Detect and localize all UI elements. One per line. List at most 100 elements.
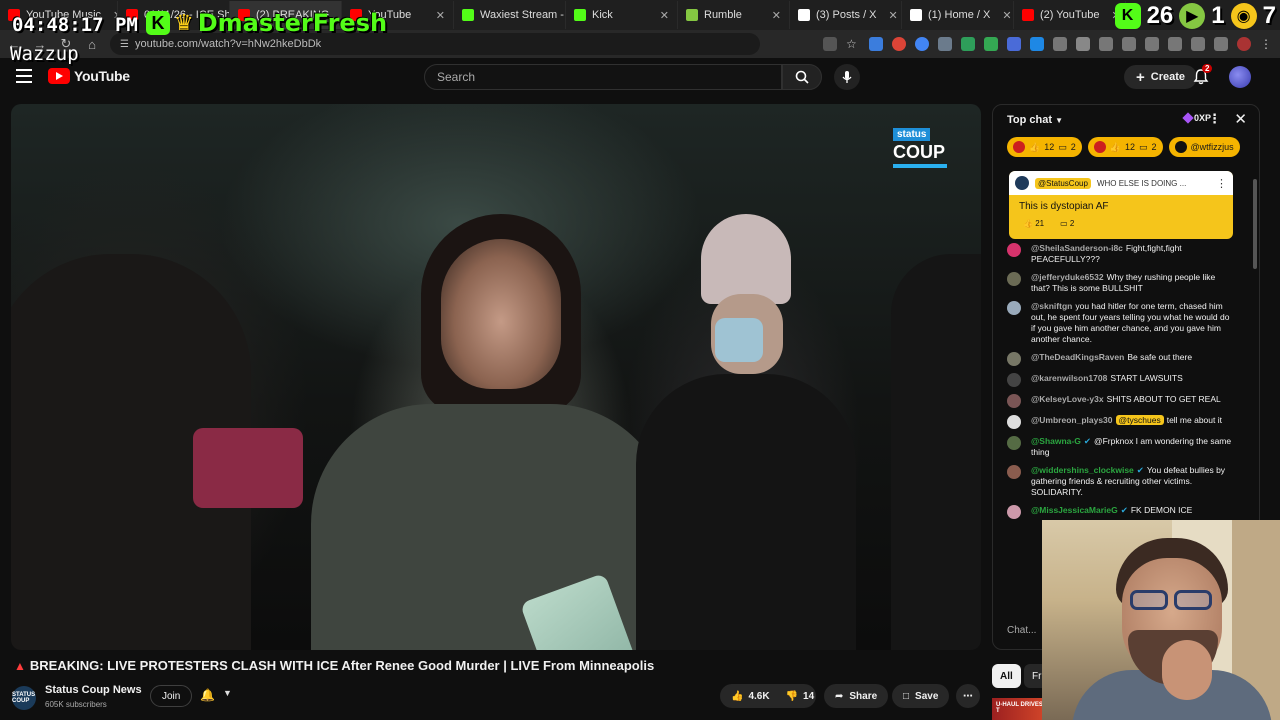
save-button[interactable]: □ Save: [892, 684, 950, 708]
extension-icon[interactable]: [1214, 37, 1228, 51]
stream-greeting: Wazzup: [10, 43, 79, 65]
code-icon[interactable]: [1145, 37, 1159, 51]
profile-icon[interactable]: [1237, 37, 1251, 51]
extension-icon[interactable]: [869, 37, 883, 51]
pinned-reply-button[interactable]: ▭ 2: [1060, 219, 1074, 228]
tab-favicon-icon: [686, 9, 698, 21]
voice-search-button[interactable]: [834, 64, 860, 90]
browser-tab[interactable]: Kick ✕: [566, 1, 678, 29]
ticker-item[interactable]: 👍 12 ▭ 2: [1007, 137, 1082, 157]
browser-menu-icon[interactable]: ⋮: [1260, 37, 1274, 51]
url-text: youtube.com/watch?v=hNw2hkeDbDk: [134, 38, 322, 50]
chat-message[interactable]: @TheDeadKingsRaven Be safe out there: [1007, 352, 1235, 366]
chat-author[interactable]: @karenwilson1708: [1031, 373, 1107, 383]
ticker-item[interactable]: 👍 12 ▭ 2: [1087, 137, 1163, 157]
chat-message[interactable]: @Shawna-G ✔ @Frpknox I am wondering the sa…: [1007, 436, 1235, 458]
extension-icon[interactable]: [938, 37, 952, 51]
chat-author[interactable]: @Shawna-G: [1031, 436, 1081, 446]
home-icon[interactable]: ⌂: [84, 37, 100, 52]
chat-author[interactable]: @TheDeadKingsRaven: [1031, 352, 1124, 362]
chat-message[interactable]: @karenwilson1708 START LAWSUITS: [1007, 373, 1235, 387]
install-icon[interactable]: [823, 37, 837, 51]
ticker-item[interactable]: @wtfizzjus: [1168, 137, 1240, 157]
browser-tab[interactable]: (2) YouTube✕: [1014, 1, 1126, 29]
browser-tab[interactable]: (3) Posts / X ✕: [790, 1, 902, 29]
extension-icon[interactable]: [961, 37, 975, 51]
pinned-menu-icon[interactable]: ⋮: [1216, 177, 1227, 190]
extension-icon[interactable]: [1030, 37, 1044, 51]
history-icon[interactable]: [1099, 37, 1113, 51]
chat-message[interactable]: @jefferyduke6532 Why they rushing people …: [1007, 272, 1235, 294]
chat-message[interactable]: @KelseyLove-y3x SHITS ABOUT TO GET REAL: [1007, 394, 1235, 408]
chat-author[interactable]: @SheilaSanderson-i8c: [1031, 243, 1123, 253]
tab-close-icon[interactable]: ✕: [766, 9, 781, 22]
puzzle-icon[interactable]: [1076, 37, 1090, 51]
browser-tab[interactable]: Rumble ✕: [678, 1, 790, 29]
chat-mention[interactable]: @tyschues: [1115, 415, 1164, 425]
channel-name[interactable]: Status Coup News: [45, 684, 142, 696]
extension-icon[interactable]: [1007, 37, 1021, 51]
chat-author[interactable]: @jefferyduke6532: [1031, 272, 1104, 282]
youtube-logo[interactable]: YouTube: [48, 68, 130, 84]
hamburger-menu-icon[interactable]: [16, 69, 32, 83]
tab-close-icon[interactable]: ✕: [996, 9, 1011, 22]
chat-message[interactable]: @Umbreon_plays30 @tyschues tell me about i…: [1007, 415, 1235, 429]
tab-close-icon[interactable]: ✕: [430, 9, 445, 22]
extension-icon[interactable]: [892, 37, 906, 51]
extension-icon[interactable]: [915, 37, 929, 51]
search-button[interactable]: [782, 64, 822, 90]
notifications-button[interactable]: 2: [1192, 64, 1213, 86]
tab-close-icon[interactable]: ✕: [654, 9, 669, 22]
tab-title: (3) Posts / X: [816, 9, 877, 21]
extension-icon[interactable]: [1122, 37, 1136, 51]
chat-author[interactable]: @KelseyLove-y3x: [1031, 394, 1104, 404]
chat-mode-selector[interactable]: Top chat ▼: [1007, 114, 1063, 126]
chat-message[interactable]: @skniftgn you had hitler for one term, ch…: [1007, 301, 1235, 345]
extension-icon[interactable]: [1053, 37, 1067, 51]
tab-close-icon[interactable]: ✕: [883, 9, 898, 22]
browser-tab[interactable]: Waxiest Stream - Ki✕: [454, 1, 566, 29]
create-button[interactable]: + Create: [1124, 65, 1198, 89]
video-title: BREAKING: LIVE PROTESTERS CLASH WITH ICE…: [29, 658, 655, 673]
save-label: Save: [915, 690, 939, 702]
close-chat-icon[interactable]: ✕: [1234, 110, 1247, 128]
pinned-avatar: [1015, 176, 1029, 190]
chat-message[interactable]: @SheilaSanderson-i8c Fight,fight,fight PE…: [1007, 243, 1235, 265]
dislike-button[interactable]: 👎 14: [786, 691, 815, 702]
chat-author[interactable]: @MissJessicaMarieG: [1031, 505, 1118, 515]
extension-icon[interactable]: [1168, 37, 1182, 51]
xp-badge[interactable]: 0XP: [1182, 112, 1211, 124]
super-chat-ticker: 👍 12 ▭ 2 👍 12 ▭ 2 @wtfizzjus: [1007, 137, 1259, 159]
chat-message[interactable]: @widdershins_clockwise ✔ You defeat bullie…: [1007, 465, 1235, 498]
search-input[interactable]: Search: [424, 64, 782, 90]
tab-title: Rumble: [704, 9, 742, 21]
bookmark-star-icon[interactable]: ☆: [846, 37, 860, 51]
rumble-logo-icon: ▶: [1179, 3, 1206, 29]
extension-icon[interactable]: [984, 37, 998, 51]
subscription-bell-button[interactable]: 🔔 ▼: [200, 688, 232, 702]
browser-tab[interactable]: (1) Home / X ✕: [902, 1, 1014, 29]
like-button[interactable]: 👍 4.6K: [731, 691, 770, 702]
search-icon: [795, 70, 809, 84]
extension-icon[interactable]: [1191, 37, 1205, 51]
join-button[interactable]: Join: [150, 685, 193, 707]
chat-menu-icon[interactable]: ⋮: [1208, 111, 1221, 127]
chat-message[interactable]: @MissJessicaMarieG ✔ FK DEMON ICE: [1007, 505, 1235, 519]
chat-author[interactable]: @skniftgn: [1031, 301, 1072, 311]
channel-row: STATUS COUP Status Coup News 605K subscr…: [12, 684, 982, 714]
video-player[interactable]: status COUP: [11, 104, 981, 650]
share-label: Share: [849, 690, 878, 702]
more-actions-button[interactable]: ⋯: [956, 684, 980, 708]
filter-chip-all[interactable]: All: [992, 664, 1021, 688]
account-avatar[interactable]: [1229, 66, 1251, 88]
thumbs-up-icon: 👍: [1109, 141, 1121, 152]
pinned-like-button[interactable]: 👍 21: [1023, 219, 1044, 228]
chat-author[interactable]: @Umbreon_plays30: [1031, 415, 1113, 425]
channel-avatar[interactable]: STATUS COUP: [12, 686, 36, 710]
site-info-icon[interactable]: ☰: [120, 39, 129, 50]
chat-author[interactable]: @widdershins_clockwise: [1031, 465, 1134, 475]
chat-scrollbar[interactable]: [1253, 179, 1257, 269]
notification-count-badge: 2: [1202, 64, 1213, 73]
pinned-message[interactable]: @StatusCoup WHO ELSE IS DOING ... ⋮ This…: [1009, 171, 1233, 239]
share-button[interactable]: ➦ Share: [824, 684, 889, 708]
